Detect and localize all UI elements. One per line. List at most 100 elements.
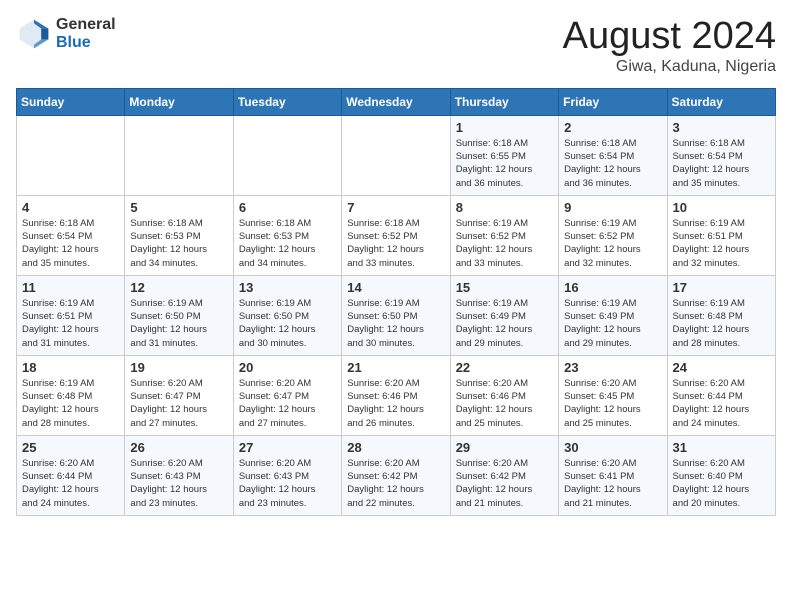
day-info: Sunrise: 6:20 AM Sunset: 6:43 PM Dayligh…: [130, 457, 227, 510]
day-info: Sunrise: 6:20 AM Sunset: 6:43 PM Dayligh…: [239, 457, 336, 510]
day-info: Sunrise: 6:20 AM Sunset: 6:45 PM Dayligh…: [564, 377, 661, 430]
day-cell: 12 Sunrise: 6:19 AM Sunset: 6:50 PM Dayli…: [125, 275, 233, 355]
day-number: 1: [456, 120, 553, 135]
logo-blue: Blue: [56, 34, 116, 52]
day-cell: 15Sunrise: 6:19 AM Sunset: 6:49 PM Dayli…: [450, 275, 558, 355]
day-number: 5: [130, 200, 227, 215]
day-info: Sunrise: 6:18 AM Sunset: 6:53 PM Dayligh…: [239, 217, 336, 270]
day-number: 19: [130, 360, 227, 375]
day-cell: 14Sunrise: 6:19 AM Sunset: 6:50 PM Dayli…: [342, 275, 450, 355]
day-cell: 17 Sunrise: 6:19 AM Sunset: 6:48 PM Dayli…: [667, 275, 775, 355]
day-cell: [342, 115, 450, 195]
day-info: Sunrise: 6:19 AM Sunset: 6:49 PM Dayligh…: [456, 297, 553, 350]
day-info: Sunrise: 6:20 AM Sunset: 6:47 PM Dayligh…: [239, 377, 336, 430]
day-number: 7: [347, 200, 444, 215]
location: Giwa, Kaduna, Nigeria: [563, 58, 776, 76]
day-cell: 20 Sunrise: 6:20 AM Sunset: 6:47 PM Dayli…: [233, 355, 341, 435]
logo-text: General Blue: [56, 16, 116, 51]
day-cell: 27 Sunrise: 6:20 AM Sunset: 6:43 PM Dayli…: [233, 435, 341, 515]
header-cell-sunday: Sunday: [17, 88, 125, 115]
logo: General Blue: [16, 16, 116, 52]
day-cell: 29 Sunrise: 6:20 AM Sunset: 6:42 PM Dayli…: [450, 435, 558, 515]
day-cell: 26Sunrise: 6:20 AM Sunset: 6:43 PM Dayli…: [125, 435, 233, 515]
day-info: Sunrise: 6:20 AM Sunset: 6:44 PM Dayligh…: [22, 457, 119, 510]
day-cell: 19 Sunrise: 6:20 AM Sunset: 6:47 PM Dayli…: [125, 355, 233, 435]
day-cell: 1Sunrise: 6:18 AM Sunset: 6:55 PM Daylig…: [450, 115, 558, 195]
day-number: 24: [673, 360, 770, 375]
day-cell: 3 Sunrise: 6:18 AM Sunset: 6:54 PM Daylig…: [667, 115, 775, 195]
day-cell: 28 Sunrise: 6:20 AM Sunset: 6:42 PM Dayli…: [342, 435, 450, 515]
day-info: Sunrise: 6:20 AM Sunset: 6:41 PM Dayligh…: [564, 457, 661, 510]
day-number: 10: [673, 200, 770, 215]
day-cell: 18 Sunrise: 6:19 AM Sunset: 6:48 PM Dayli…: [17, 355, 125, 435]
day-info: Sunrise: 6:19 AM Sunset: 6:50 PM Dayligh…: [347, 297, 444, 350]
title-block: August 2024 Giwa, Kaduna, Nigeria: [563, 16, 776, 76]
day-info: Sunrise: 6:19 AM Sunset: 6:52 PM Dayligh…: [564, 217, 661, 270]
day-number: 28: [347, 440, 444, 455]
week-row-5: 25 Sunrise: 6:20 AM Sunset: 6:44 PM Dayli…: [17, 435, 776, 515]
day-info: Sunrise: 6:19 AM Sunset: 6:52 PM Dayligh…: [456, 217, 553, 270]
day-number: 30: [564, 440, 661, 455]
day-number: 25: [22, 440, 119, 455]
day-cell: 5 Sunrise: 6:18 AM Sunset: 6:53 PM Daylig…: [125, 195, 233, 275]
day-cell: 8 Sunrise: 6:19 AM Sunset: 6:52 PM Daylig…: [450, 195, 558, 275]
page-header: General Blue August 2024 Giwa, Kaduna, N…: [16, 16, 776, 76]
day-cell: 31 Sunrise: 6:20 AM Sunset: 6:40 PM Dayli…: [667, 435, 775, 515]
day-cell: 21Sunrise: 6:20 AM Sunset: 6:46 PM Dayli…: [342, 355, 450, 435]
day-cell: [233, 115, 341, 195]
day-cell: 4Sunrise: 6:18 AM Sunset: 6:54 PM Daylig…: [17, 195, 125, 275]
header-cell-monday: Monday: [125, 88, 233, 115]
day-cell: 13 Sunrise: 6:19 AM Sunset: 6:50 PM Dayli…: [233, 275, 341, 355]
calendar-body: 1Sunrise: 6:18 AM Sunset: 6:55 PM Daylig…: [17, 115, 776, 515]
week-row-4: 18 Sunrise: 6:19 AM Sunset: 6:48 PM Dayli…: [17, 355, 776, 435]
header-cell-wednesday: Wednesday: [342, 88, 450, 115]
day-number: 12: [130, 280, 227, 295]
day-number: 29: [456, 440, 553, 455]
week-row-2: 4Sunrise: 6:18 AM Sunset: 6:54 PM Daylig…: [17, 195, 776, 275]
day-info: Sunrise: 6:20 AM Sunset: 6:47 PM Dayligh…: [130, 377, 227, 430]
day-cell: [17, 115, 125, 195]
week-row-3: 11 Sunrise: 6:19 AM Sunset: 6:51 PM Dayli…: [17, 275, 776, 355]
day-info: Sunrise: 6:19 AM Sunset: 6:50 PM Dayligh…: [239, 297, 336, 350]
day-number: 3: [673, 120, 770, 135]
day-cell: 7Sunrise: 6:18 AM Sunset: 6:52 PM Daylig…: [342, 195, 450, 275]
day-number: 31: [673, 440, 770, 455]
day-cell: 22Sunrise: 6:20 AM Sunset: 6:46 PM Dayli…: [450, 355, 558, 435]
day-cell: 23Sunrise: 6:20 AM Sunset: 6:45 PM Dayli…: [559, 355, 667, 435]
header-cell-saturday: Saturday: [667, 88, 775, 115]
day-info: Sunrise: 6:20 AM Sunset: 6:40 PM Dayligh…: [673, 457, 770, 510]
day-cell: 24Sunrise: 6:20 AM Sunset: 6:44 PM Dayli…: [667, 355, 775, 435]
day-cell: [125, 115, 233, 195]
day-number: 20: [239, 360, 336, 375]
day-cell: 16Sunrise: 6:19 AM Sunset: 6:49 PM Dayli…: [559, 275, 667, 355]
day-info: Sunrise: 6:20 AM Sunset: 6:42 PM Dayligh…: [456, 457, 553, 510]
header-cell-friday: Friday: [559, 88, 667, 115]
day-info: Sunrise: 6:19 AM Sunset: 6:48 PM Dayligh…: [673, 297, 770, 350]
day-number: 13: [239, 280, 336, 295]
day-info: Sunrise: 6:19 AM Sunset: 6:50 PM Dayligh…: [130, 297, 227, 350]
day-number: 9: [564, 200, 661, 215]
day-info: Sunrise: 6:18 AM Sunset: 6:54 PM Dayligh…: [564, 137, 661, 190]
day-number: 8: [456, 200, 553, 215]
calendar-table: SundayMondayTuesdayWednesdayThursdayFrid…: [16, 88, 776, 516]
day-number: 22: [456, 360, 553, 375]
day-info: Sunrise: 6:19 AM Sunset: 6:51 PM Dayligh…: [673, 217, 770, 270]
day-info: Sunrise: 6:19 AM Sunset: 6:51 PM Dayligh…: [22, 297, 119, 350]
day-cell: 9 Sunrise: 6:19 AM Sunset: 6:52 PM Daylig…: [559, 195, 667, 275]
day-number: 17: [673, 280, 770, 295]
day-number: 27: [239, 440, 336, 455]
logo-general: General: [56, 16, 116, 34]
day-cell: 6 Sunrise: 6:18 AM Sunset: 6:53 PM Daylig…: [233, 195, 341, 275]
day-number: 6: [239, 200, 336, 215]
day-info: Sunrise: 6:18 AM Sunset: 6:54 PM Dayligh…: [673, 137, 770, 190]
month-year: August 2024: [563, 16, 776, 58]
day-cell: 2Sunrise: 6:18 AM Sunset: 6:54 PM Daylig…: [559, 115, 667, 195]
day-info: Sunrise: 6:20 AM Sunset: 6:42 PM Dayligh…: [347, 457, 444, 510]
day-number: 11: [22, 280, 119, 295]
header-cell-tuesday: Tuesday: [233, 88, 341, 115]
day-info: Sunrise: 6:18 AM Sunset: 6:53 PM Dayligh…: [130, 217, 227, 270]
day-number: 18: [22, 360, 119, 375]
day-cell: 11 Sunrise: 6:19 AM Sunset: 6:51 PM Dayli…: [17, 275, 125, 355]
day-cell: 30 Sunrise: 6:20 AM Sunset: 6:41 PM Dayli…: [559, 435, 667, 515]
day-info: Sunrise: 6:19 AM Sunset: 6:48 PM Dayligh…: [22, 377, 119, 430]
